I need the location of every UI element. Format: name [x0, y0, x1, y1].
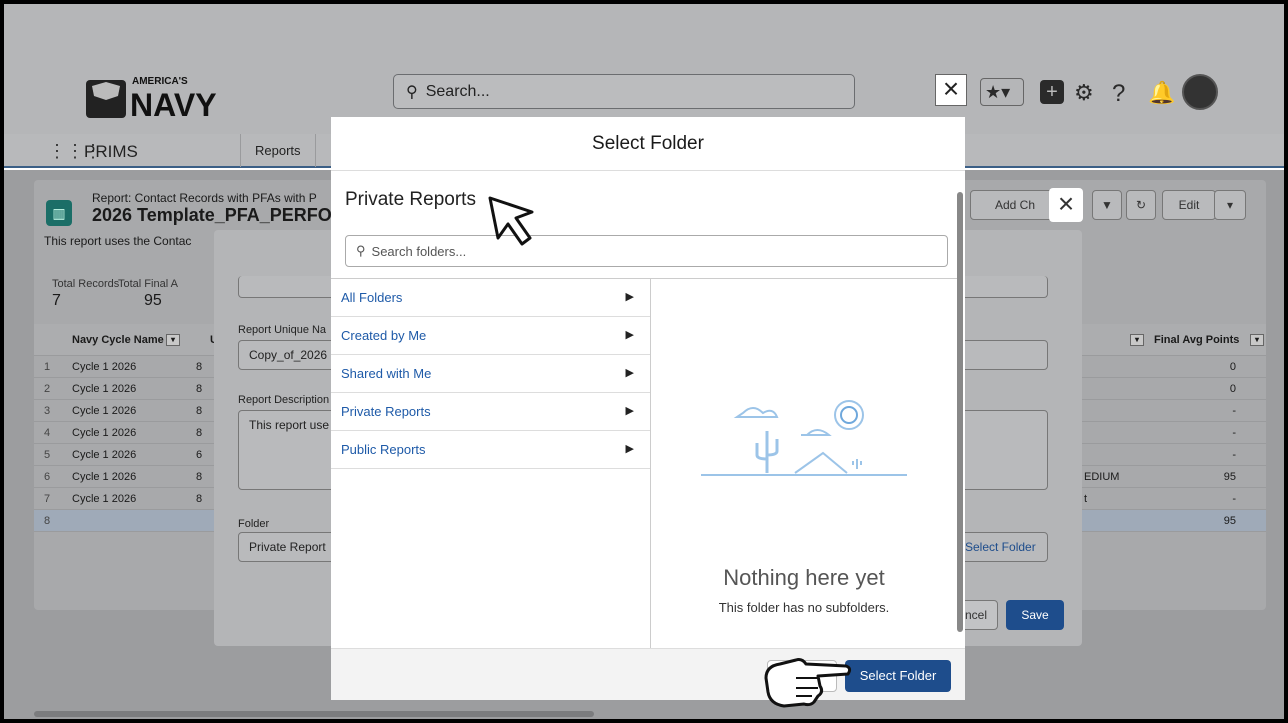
tab-reports[interactable]: Reports [240, 134, 316, 167]
chevron-down-icon[interactable]: ▾ [1250, 334, 1264, 346]
edit-button[interactable]: Edit [1162, 190, 1216, 220]
app-name: PRIMS [84, 142, 138, 161]
folder-label: Folder [238, 518, 270, 530]
empty-state-title: Nothing here yet [723, 565, 885, 590]
chevron-right-icon: ▶ [625, 405, 634, 417]
column-header[interactable]: Navy Cycle Name [72, 334, 164, 346]
stat-value: 95 [144, 292, 162, 309]
select-folder-modal: Select Folder Private Reports ⚲ Search f… [331, 117, 965, 700]
setup-icon[interactable]: ⚙ [1074, 80, 1094, 106]
help-icon[interactable]: ? [1112, 80, 1125, 108]
add-chart-label: Add Ch [994, 198, 1036, 212]
screen: AMERICA'S NAVY ⚲ Search... × ★▾ + ⚙ ? 🔔 … [4, 4, 1284, 719]
horizontal-scrollbar[interactable] [34, 711, 594, 717]
search-icon: ⚲ [356, 243, 366, 258]
folder-item-created-by-me[interactable]: Created by Me ▶ [331, 317, 650, 355]
empty-state-panel: Nothing here yet This folder has no subf… [651, 278, 957, 648]
search-icon: ⚲ [406, 83, 418, 101]
close-icon[interactable]: × [935, 74, 967, 106]
column-header[interactable]: Final Avg Points [1154, 334, 1239, 346]
section-title: Private Reports [345, 189, 476, 210]
folder-item-shared[interactable]: Shared with Me ▶ [331, 355, 650, 393]
stat-value: 7 [52, 292, 61, 309]
folder-list: All Folders ▶ Created by Me ▶ Shared with … [331, 278, 651, 648]
folder-item-all[interactable]: All Folders ▶ [331, 279, 650, 317]
report-subtitle: Report: Contact Records with PFAs with P [92, 191, 317, 205]
desert-illustration-icon [701, 400, 907, 476]
empty-state-subtitle: This folder has no subfolders. [718, 600, 890, 615]
search-placeholder: Search... [425, 82, 490, 100]
pointer-cursor-icon [488, 196, 534, 246]
notification-bell-icon[interactable]: 🔔 [1148, 80, 1175, 106]
vertical-scrollbar[interactable] [957, 192, 963, 632]
chevron-right-icon: ▶ [625, 291, 634, 303]
add-chart-button[interactable]: Add Ch [970, 190, 1060, 220]
global-search-input[interactable]: ⚲ Search... [393, 74, 855, 109]
pointing-hand-icon [764, 658, 852, 708]
modal-footer: Select Folder [331, 648, 965, 700]
folder-item-public[interactable]: Public Reports ▶ [331, 431, 650, 469]
filter-icon[interactable]: ▼ [1092, 190, 1122, 220]
unique-name-label: Report Unique Na [238, 324, 327, 336]
navy-logo: AMERICA'S NAVY [86, 76, 217, 122]
favorites-star-icon[interactable]: ★▾ [980, 78, 1024, 106]
chevron-down-icon[interactable]: ▾ [1214, 190, 1246, 220]
chevron-down-icon[interactable]: ▾ [166, 334, 180, 346]
stat-label: Total Records [52, 278, 120, 290]
add-icon[interactable]: + [1040, 80, 1064, 104]
folder-search-input[interactable]: ⚲ Search folders... [345, 235, 948, 267]
close-icon[interactable]: × [1049, 188, 1083, 222]
top-header: AMERICA'S NAVY ⚲ Search... × ★▾ + ⚙ ? 🔔 [4, 4, 1284, 134]
chevron-right-icon: ▶ [625, 367, 634, 379]
avatar[interactable] [1182, 74, 1218, 110]
select-folder-button[interactable]: Select Folder [954, 532, 1048, 562]
svg-text:NAVY: NAVY [130, 87, 217, 122]
modal-title: Select Folder [331, 117, 965, 171]
description-label: Report Description [238, 394, 330, 406]
edit-label: Edit [1178, 198, 1200, 212]
svg-text:AMERICA'S: AMERICA'S [132, 76, 188, 87]
chevron-down-icon[interactable]: ▾ [1130, 334, 1144, 346]
chevron-right-icon: ▶ [625, 329, 634, 341]
save-button[interactable]: Save [1006, 600, 1064, 630]
report-description: This report uses the Contac [44, 234, 192, 248]
chevron-right-icon: ▶ [625, 443, 634, 455]
refresh-icon[interactable]: ↻ [1126, 190, 1156, 220]
search-placeholder: Search folders... [371, 243, 467, 259]
folder-item-private[interactable]: Private Reports ▶ [331, 393, 650, 431]
stat-label: Total Final A [118, 278, 178, 290]
report-icon: ▥ [46, 200, 72, 226]
report-title: 2026 Template_PFA_PERFO [92, 205, 332, 225]
select-folder-button[interactable]: Select Folder [845, 660, 951, 692]
